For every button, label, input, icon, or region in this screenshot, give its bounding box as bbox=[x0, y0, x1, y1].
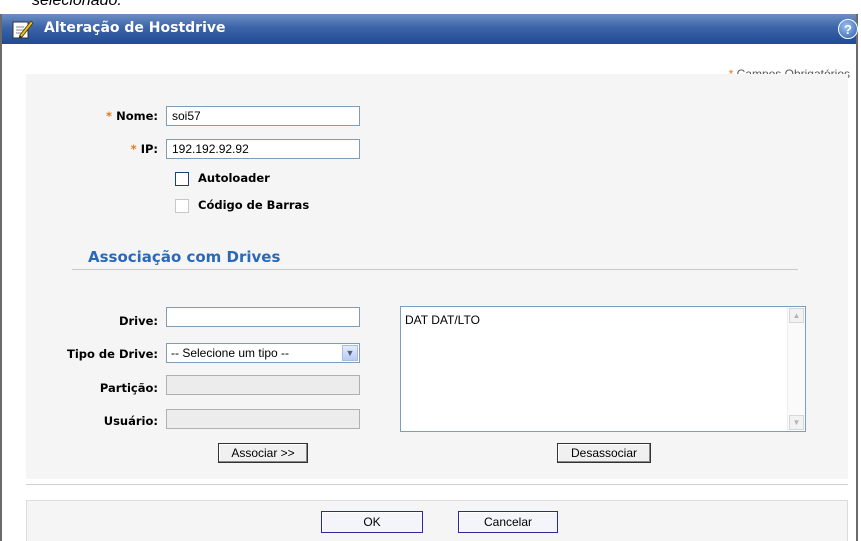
usuario-label: Usuário: bbox=[103, 414, 158, 428]
drive-input[interactable] bbox=[166, 307, 360, 327]
autoloader-checkbox[interactable] bbox=[175, 172, 189, 186]
codigo-barras-label: Código de Barras bbox=[198, 198, 310, 212]
dialog-footer bbox=[26, 500, 848, 541]
ip-label: * IP: bbox=[90, 142, 158, 156]
nome-label-text: Nome: bbox=[116, 109, 158, 123]
listbox-scrollbar[interactable]: ▲ ▼ bbox=[787, 307, 805, 431]
top-caption: selecionado. bbox=[32, 0, 122, 9]
drive-label: Drive: bbox=[118, 314, 158, 328]
ip-required-asterisk: * bbox=[130, 142, 137, 156]
autoloader-label: Autoloader bbox=[198, 171, 270, 185]
cancel-button[interactable]: Cancelar bbox=[458, 511, 558, 533]
nome-required-asterisk: * bbox=[106, 109, 113, 123]
list-item[interactable]: DAT DAT/LTO bbox=[405, 313, 480, 327]
ip-label-text: IP: bbox=[140, 142, 158, 156]
nome-input[interactable] bbox=[166, 106, 360, 126]
desassociar-button[interactable]: Desassociar bbox=[557, 443, 651, 463]
chevron-down-icon[interactable]: ▼ bbox=[342, 345, 358, 361]
dialog-title: Alteração de Hostdrive bbox=[44, 20, 226, 36]
particao-label: Partição: bbox=[99, 381, 158, 395]
scroll-down-icon[interactable]: ▼ bbox=[789, 415, 804, 430]
dialog-titlebar: Alteração de Hostdrive ? bbox=[2, 14, 858, 44]
tipo-drive-select[interactable]: -- Selecione um tipo -- ▼ bbox=[166, 343, 360, 363]
nome-label: * Nome: bbox=[90, 109, 158, 123]
ip-input[interactable] bbox=[166, 139, 360, 159]
associar-button[interactable]: Associar >> bbox=[218, 443, 308, 463]
help-icon[interactable]: ? bbox=[838, 19, 858, 39]
section-divider bbox=[72, 269, 798, 270]
usuario-input[interactable] bbox=[166, 409, 360, 429]
association-section-title: Associação com Drives bbox=[88, 248, 281, 266]
drives-listbox[interactable]: DAT DAT/LTO ▲ ▼ bbox=[400, 306, 806, 432]
bottom-divider bbox=[26, 484, 848, 485]
tipo-drive-selected-value: -- Selecione um tipo -- bbox=[171, 346, 290, 360]
ok-button[interactable]: OK bbox=[321, 511, 423, 533]
tipo-drive-label: Tipo de Drive: bbox=[66, 347, 158, 361]
particao-input[interactable] bbox=[166, 375, 360, 395]
scroll-up-icon[interactable]: ▲ bbox=[789, 308, 804, 323]
edit-icon bbox=[12, 18, 34, 40]
codigo-barras-checkbox[interactable] bbox=[175, 199, 189, 213]
